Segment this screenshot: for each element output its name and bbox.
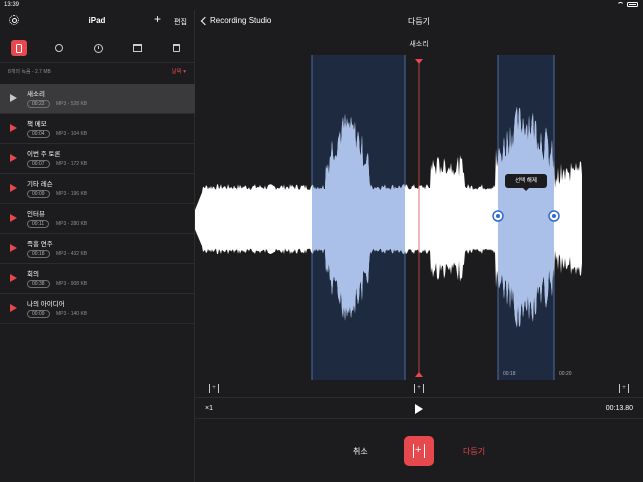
list-item[interactable]: 회의 00:38 MP3 - 908 KB [0, 264, 195, 294]
waveform-area[interactable]: 00:18 00:20 선택 해제 [195, 55, 643, 380]
status-bar: 13:39 [0, 0, 643, 10]
waveform-canvas[interactable]: 00:18 00:20 [195, 55, 643, 380]
list-item[interactable]: 기타 레슨 00:09 MP3 - 196 KB [0, 174, 195, 204]
recordings-summary: 8개의 녹음 - 2.7 MB 날짜 ▾ [0, 62, 194, 80]
list-item[interactable]: 즉흥 연주 00:18 MP3 - 432 KB [0, 234, 195, 264]
recording-name: 기타 레슨 [27, 181, 53, 188]
playback-bar: ×1 00:13.80 [195, 399, 643, 419]
recording-meta: MP3 - 528 KB [56, 101, 88, 107]
recording-duration: 00:22 [27, 100, 50, 108]
recording-name: 새소리 [27, 91, 45, 98]
recording-name: 책 메모 [27, 121, 47, 128]
trim-editor: Recording Studio 다듬기 새소리 00:18 00:20 선택 … [195, 10, 643, 482]
deselect-tooltip[interactable]: 선택 해제 [505, 174, 547, 191]
trash-button[interactable] [168, 40, 184, 56]
selection-handle-right-dot[interactable] [552, 214, 556, 218]
calendar-icon [132, 44, 142, 52]
selection-duration: 00:13.80 [605, 405, 633, 412]
clock-icon [93, 43, 103, 53]
play-icon[interactable] [10, 184, 17, 192]
time-mark: 00:20 [559, 371, 572, 377]
filter-bar [0, 32, 194, 62]
wifi-icon [617, 2, 624, 7]
action-bar: 취소 다듬기 [195, 420, 643, 482]
trim-button[interactable]: 다듬기 [463, 446, 485, 457]
recordings-count: 8개의 녹음 - 2.7 MB [8, 69, 51, 75]
select-all-icon[interactable]: + [414, 384, 424, 393]
recording-meta: MP3 - 140 KB [56, 311, 88, 317]
play-icon[interactable] [10, 214, 17, 222]
recording-name: 회의 [27, 271, 39, 278]
play-icon[interactable] [10, 304, 17, 312]
add-recording-button[interactable]: + [154, 12, 161, 26]
recording-duration: 00:04 [27, 130, 50, 138]
list-item[interactable]: 인터뷰 00:11 MP3 - 280 KB [0, 204, 195, 234]
recording-meta: MP3 - 280 KB [56, 221, 88, 227]
nav-bar: Recording Studio 다듬기 [195, 10, 643, 34]
playback-speed-button[interactable]: ×1 [205, 405, 213, 412]
alarm-clock-icon [55, 44, 63, 52]
recording-duration: 00:07 [27, 160, 50, 168]
recording-duration: 00:09 [27, 310, 50, 318]
recording-name: 즉흥 연주 [27, 241, 53, 248]
recording-meta: MP3 - 432 KB [56, 251, 88, 257]
play-icon[interactable] [10, 124, 17, 132]
recordings-list: 새소리 00:22 MP3 - 528 KB 책 메모 00:04 MP3 - … [0, 84, 195, 324]
recording-name: 이번 주 토론 [27, 151, 61, 158]
recording-duration: 00:11 [27, 220, 50, 228]
recording-name: 인터뷰 [27, 211, 45, 218]
recording-duration: 00:38 [27, 280, 50, 288]
page-title: 다듬기 [407, 17, 431, 26]
playhead-bottom-marker[interactable] [415, 372, 423, 377]
status-icons [617, 2, 638, 7]
play-icon[interactable] [10, 244, 17, 252]
zoom-toolbar: + + + [195, 380, 643, 398]
recording-meta: MP3 - 196 KB [56, 191, 88, 197]
playhead-top-marker[interactable] [415, 59, 423, 64]
list-item[interactable]: 이번 주 토론 00:07 MP3 - 172 KB [0, 144, 195, 174]
jump-to-start-icon[interactable]: + [209, 384, 219, 393]
trim-icon [413, 444, 425, 458]
edit-button[interactable]: 편집 [174, 17, 187, 27]
recording-meta: MP3 - 104 KB [56, 131, 88, 137]
cancel-button[interactable]: 취소 [353, 446, 368, 457]
status-time: 13:39 [4, 2, 20, 8]
play-icon[interactable] [10, 274, 17, 282]
recording-title: 새소리 [409, 41, 429, 48]
recording-meta: MP3 - 908 KB [56, 281, 88, 287]
sidebar-header: iPad + 편집 [0, 10, 194, 32]
filter-device-button[interactable] [11, 40, 27, 56]
recording-duration: 00:09 [27, 190, 50, 198]
trash-icon [172, 44, 180, 52]
time-mark: 00:18 [503, 371, 516, 377]
battery-icon [627, 2, 638, 7]
sort-date-button[interactable]: 날짜 ▾ [172, 67, 186, 75]
recording-meta: MP3 - 172 KB [56, 161, 88, 167]
play-icon[interactable] [10, 94, 17, 102]
list-item[interactable]: 나의 아이디어 00:09 MP3 - 140 KB [0, 294, 195, 324]
recording-title-bar: 새소리 [195, 34, 643, 56]
jump-to-end-icon[interactable]: + [619, 384, 629, 393]
play-button[interactable] [415, 404, 423, 414]
list-item[interactable]: 새소리 00:22 MP3 - 528 KB [0, 84, 195, 114]
recording-duration: 00:18 [27, 250, 50, 258]
recording-name: 나의 아이디어 [27, 301, 65, 308]
sidebar-title: iPad [88, 16, 106, 25]
device-icon [16, 43, 22, 53]
play-icon[interactable] [10, 154, 17, 162]
filter-recent-button[interactable] [90, 40, 106, 56]
selection-handle-left-dot[interactable] [496, 214, 500, 218]
filter-calendar-button[interactable] [129, 40, 145, 56]
list-item[interactable]: 책 메모 00:04 MP3 - 104 KB [0, 114, 195, 144]
filter-alarm-button[interactable] [51, 40, 67, 56]
trim-selection-button[interactable] [404, 436, 434, 466]
